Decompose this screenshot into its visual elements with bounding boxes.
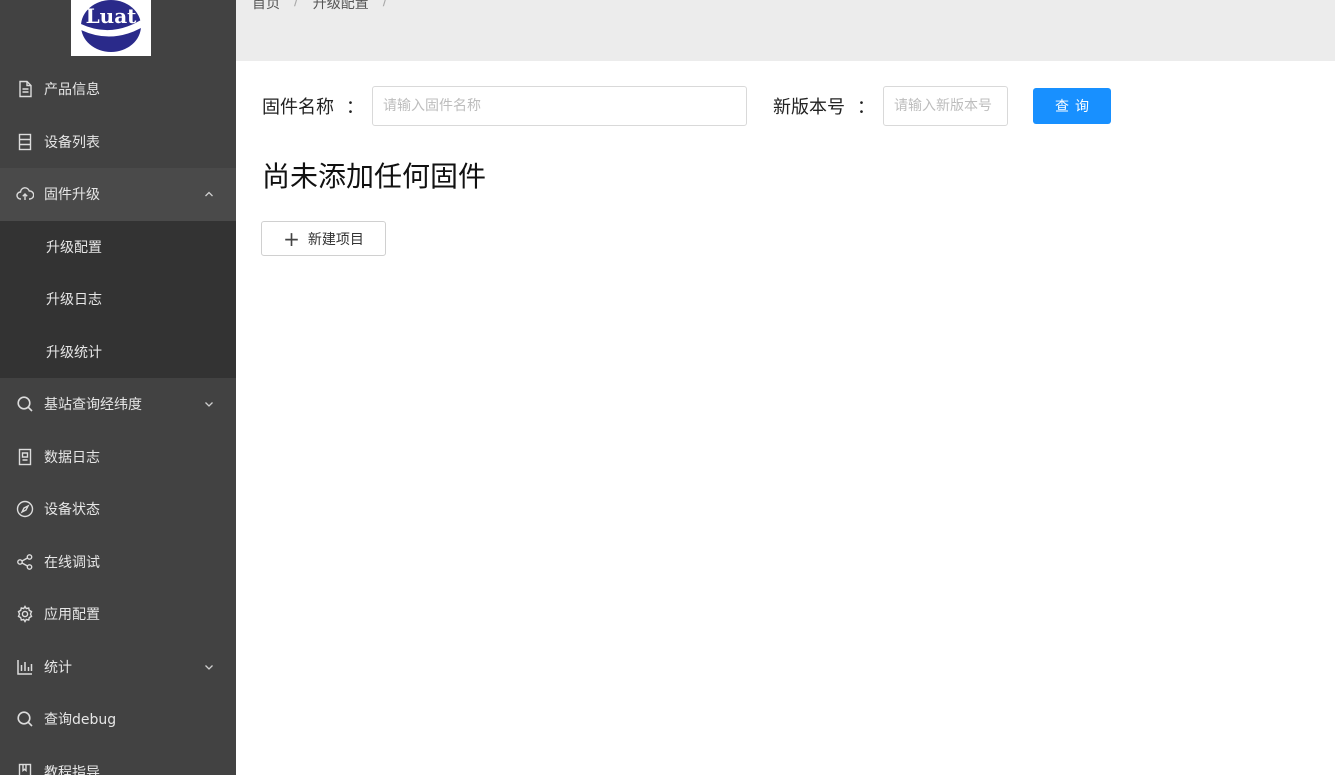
logo-text: Luat (86, 4, 138, 28)
sidebar-item-query-debug[interactable]: 查询debug (0, 693, 236, 746)
search-icon (16, 395, 34, 413)
sidebar-subitem-label: 升级配置 (46, 239, 102, 256)
sidebar-item-label: 统计 (44, 659, 72, 676)
sidebar-subitem-upgrade-stats[interactable]: 升级统计 (0, 326, 236, 379)
book-open-icon (16, 763, 34, 775)
share-icon (16, 553, 34, 571)
breadcrumb-separator: / (294, 0, 299, 9)
sidebar-item-data-log[interactable]: 数据日志 (0, 431, 236, 484)
sidebar-subitem-upgrade-log[interactable]: 升级日志 (0, 273, 236, 326)
sidebar: Luat 产品信息 设备列表 固件升级 升级配置 升级日志 升级统计 基站查询经… (0, 0, 236, 775)
firmware-name-input[interactable] (372, 86, 747, 126)
sidebar-subitem-label: 升级统计 (46, 344, 102, 361)
luat-logo-image: Luat (81, 0, 141, 52)
gear-icon (16, 605, 34, 624)
firmware-name-colon: ： (346, 97, 364, 118)
chevron-up-icon (205, 191, 213, 197)
sidebar-item-label: 查询debug (44, 712, 117, 729)
firmware-upgrade-submenu: 升级配置 升级日志 升级统计 (0, 220, 236, 379)
sidebar-item-app-config[interactable]: 应用配置 (0, 588, 236, 641)
luat-logo: Luat (71, 0, 151, 56)
main-content: 固件名称 ： 新版本号 ： 查询 尚未添加任何固件 + 新建项目 (236, 61, 1335, 775)
sidebar-item-product-info[interactable]: 产品信息 (0, 63, 236, 116)
new-project-label: 新建项目 (307, 231, 364, 248)
sidebar-item-firmware-upgrade[interactable]: 固件升级 (0, 168, 236, 221)
sidebar-item-label: 教程指导 (44, 764, 100, 775)
file-icon (16, 80, 34, 98)
list-icon (16, 133, 34, 151)
breadcrumb-home[interactable]: 首页 (252, 0, 280, 13)
search-form: 固件名称 ： 新版本号 ： 查询 (262, 86, 1111, 126)
query-button[interactable]: 查询 (1033, 88, 1111, 124)
firmware-name-label: 固件名称 (262, 97, 334, 118)
breadcrumb: 首页 / 升级配置 / (252, 0, 401, 13)
compass-icon (16, 500, 34, 518)
sidebar-item-label: 数据日志 (44, 449, 100, 466)
sidebar-subitem-label: 升级日志 (46, 292, 102, 309)
chevron-down-icon (205, 664, 213, 670)
sidebar-item-device-status[interactable]: 设备状态 (0, 483, 236, 536)
sidebar-item-statistics[interactable]: 统计 (0, 641, 236, 694)
sidebar-nav: 产品信息 设备列表 固件升级 升级配置 升级日志 升级统计 基站查询经纬度 数据… (0, 63, 236, 775)
sidebar-item-label: 在线调试 (44, 554, 100, 571)
search-icon (16, 710, 34, 728)
bar-chart-icon (16, 658, 34, 676)
new-project-button[interactable]: + 新建项目 (261, 221, 386, 256)
plus-icon: + (283, 226, 300, 251)
version-label: 新版本号 (773, 97, 845, 118)
cloud-upload-icon (16, 185, 34, 203)
sidebar-subitem-upgrade-config[interactable]: 升级配置 (0, 221, 236, 274)
empty-state-title: 尚未添加任何固件 (262, 160, 487, 193)
version-input[interactable] (883, 86, 1008, 126)
breadcrumb-current: 升级配置 (312, 0, 369, 12)
sidebar-item-online-debug[interactable]: 在线调试 (0, 536, 236, 589)
chevron-down-icon (205, 402, 213, 408)
sidebar-item-label: 设备列表 (44, 134, 100, 151)
sidebar-item-label: 固件升级 (44, 187, 100, 204)
breadcrumb-separator: / (382, 0, 388, 9)
app-root: Luat 产品信息 设备列表 固件升级 升级配置 升级日志 升级统计 基站查询经… (0, 0, 1335, 775)
book-icon (16, 448, 34, 466)
sidebar-item-label: 应用配置 (44, 607, 100, 624)
sidebar-item-tutorial[interactable]: 教程指导 (0, 746, 236, 775)
sidebar-item-cell-location[interactable]: 基站查询经纬度 (0, 378, 236, 431)
sidebar-item-label: 基站查询经纬度 (44, 397, 142, 414)
sidebar-item-label: 产品信息 (44, 82, 100, 99)
version-colon: ： (857, 97, 875, 118)
top-header: 首页 / 升级配置 / (236, 0, 1335, 61)
sidebar-item-device-list[interactable]: 设备列表 (0, 116, 236, 169)
sidebar-item-label: 设备状态 (44, 502, 100, 519)
